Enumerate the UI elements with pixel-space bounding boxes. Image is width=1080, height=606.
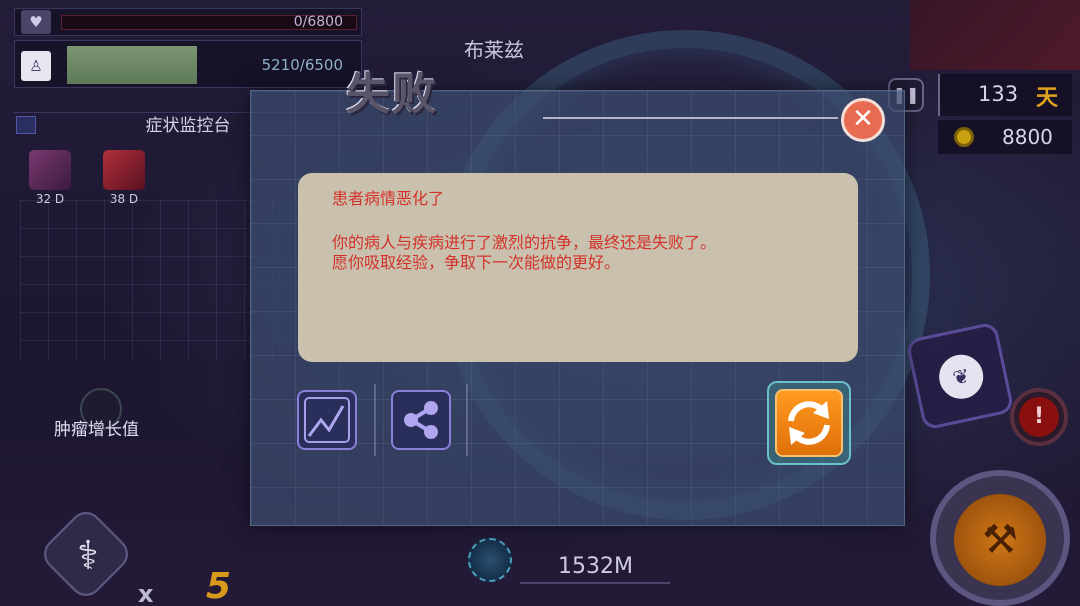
message-line-2: 愿你吸取经验，争取下一次能做的更好。	[332, 253, 621, 272]
symptom-liver-icon[interactable]	[29, 150, 71, 190]
body-strength-value: 5210/6500	[261, 56, 343, 74]
patient-name: 布莱兹	[464, 38, 524, 62]
days-value: 133	[978, 82, 1019, 106]
share-button[interactable]	[391, 390, 451, 450]
day-counter: 133 天	[938, 74, 1072, 116]
robot-arm-icon: ⚒	[954, 494, 1046, 586]
button-separator	[466, 384, 468, 456]
body-strength-bar: ♙ 5210/6500	[14, 40, 362, 88]
dialog-title: 失败	[346, 69, 438, 120]
retry-button[interactable]	[767, 381, 851, 465]
alert-button[interactable]: !	[1010, 388, 1068, 446]
button-separator	[374, 384, 376, 456]
coins-value: 8800	[1002, 125, 1053, 149]
treatment-action-button[interactable]: ⚒	[930, 470, 1070, 606]
close-icon: ✕	[852, 104, 874, 134]
lungs-icon: ❦	[935, 350, 988, 403]
symptom-duration: 32 D	[35, 192, 65, 206]
tumor-growth-label: 肿瘤增长值	[54, 420, 139, 440]
days-unit: 天	[1036, 86, 1059, 111]
coin-icon	[954, 127, 974, 147]
exclamation-icon: !	[1019, 397, 1059, 437]
virus-icon	[468, 538, 512, 582]
share-icon	[404, 401, 438, 439]
health-value: 0/6800	[293, 14, 343, 30]
symptom-blood-icon[interactable]	[103, 150, 145, 190]
symptom-duration: 38 D	[109, 192, 139, 206]
body-strength-fill	[67, 46, 197, 84]
patient-icon: ♙	[21, 51, 51, 81]
multiplier-value: 5	[206, 566, 232, 606]
close-button[interactable]: ✕	[841, 98, 885, 142]
coin-counter: 8800	[938, 120, 1072, 154]
message-box: 患者病情恶化了 你的病人与疾病进行了激烈的抗争，最终还是失败了。 愿你吸取经验，…	[298, 173, 858, 362]
population-underline	[520, 582, 670, 584]
heart-icon: ♥	[21, 10, 51, 34]
caduceus-icon: ⚕	[77, 533, 99, 579]
ecg-panel	[910, 0, 1080, 70]
lungs-button[interactable]: ❦	[905, 321, 1015, 431]
health-bar: ♥ 0/6800	[14, 8, 362, 36]
population-value: 1532M	[558, 554, 633, 579]
retry-button-face	[775, 389, 843, 457]
title-divider	[543, 117, 838, 119]
line-chart-icon	[304, 397, 350, 443]
multiplier-x: x	[138, 580, 154, 606]
refresh-icon	[788, 401, 830, 445]
stats-chart-button[interactable]	[297, 390, 357, 450]
message-heading: 患者病情恶化了	[332, 189, 445, 208]
